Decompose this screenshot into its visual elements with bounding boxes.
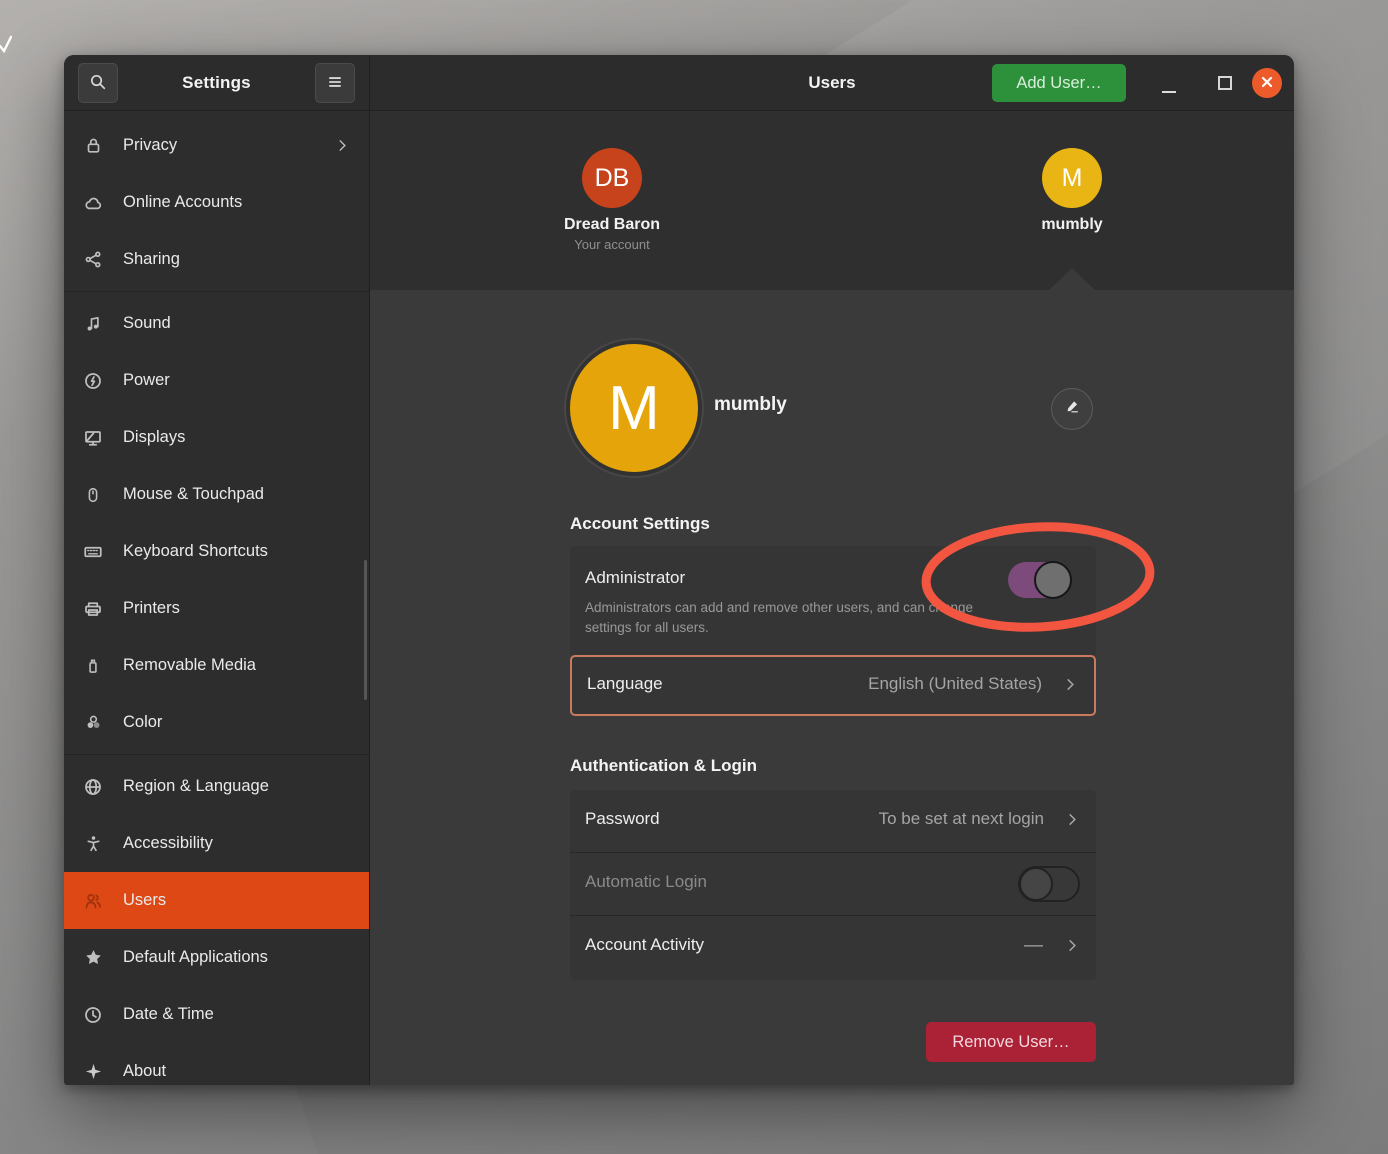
clock-icon xyxy=(80,1002,106,1028)
add-user-button[interactable]: Add User… xyxy=(992,64,1126,102)
chevron-right-icon xyxy=(329,133,355,159)
pencil-icon xyxy=(1064,398,1081,420)
user-name: mumbly xyxy=(992,216,1152,234)
lock-icon xyxy=(80,133,106,159)
display-icon xyxy=(80,425,106,451)
music-note-icon xyxy=(80,311,106,337)
keyboard-icon xyxy=(80,539,106,565)
avatar: M xyxy=(1042,148,1102,208)
star-icon xyxy=(80,945,106,971)
sidebar-divider xyxy=(64,754,369,755)
desktop-artifact-mark xyxy=(0,34,12,56)
usb-drive-icon xyxy=(80,653,106,679)
user-card-mumbly[interactable]: M mumbly xyxy=(992,111,1152,234)
administrator-row: Administrator Administrators can add and… xyxy=(570,546,1096,655)
toggle-knob xyxy=(1034,561,1072,599)
mouse-icon xyxy=(80,482,106,508)
account-activity-row[interactable]: Account Activity — xyxy=(570,916,1096,979)
sidebar-item-accessibility[interactable]: Accessibility xyxy=(64,815,369,872)
language-row[interactable]: Language English (United States) xyxy=(570,655,1096,716)
automatic-login-toggle[interactable] xyxy=(1018,866,1080,902)
hamburger-menu-icon xyxy=(326,73,344,94)
password-label: Password xyxy=(585,809,660,829)
sidebar-item-default-applications[interactable]: Default Applications xyxy=(64,929,369,986)
automatic-login-row: Automatic Login xyxy=(570,853,1096,916)
password-row[interactable]: Password To be set at next login xyxy=(570,790,1096,853)
sidebar-scrollbar[interactable] xyxy=(364,560,367,700)
section-heading-account-settings: Account Settings xyxy=(570,514,710,534)
chevron-right-icon xyxy=(1063,677,1078,697)
main-panel: Users Add User… DB Dread Baron Your acc xyxy=(370,55,1294,1085)
administrator-description: Administrators can add and remove other … xyxy=(585,598,985,638)
avatar[interactable]: M xyxy=(570,344,698,472)
authentication-card: Password To be set at next login Automat… xyxy=(570,790,1096,980)
sidebar-header: Settings xyxy=(64,55,369,111)
power-icon xyxy=(80,368,106,394)
page-title: Users xyxy=(370,55,1294,111)
user-carousel: DB Dread Baron Your account M mumbly xyxy=(370,111,1294,290)
sidebar: Settings Privacy Online Accounts xyxy=(64,55,370,1085)
administrator-label: Administrator xyxy=(585,568,685,588)
printer-icon xyxy=(80,596,106,622)
color-icon xyxy=(80,710,106,736)
sidebar-item-region-language[interactable]: Region & Language xyxy=(64,758,369,815)
chevron-right-icon xyxy=(1065,938,1080,958)
language-label: Language xyxy=(587,674,663,694)
administrator-toggle[interactable] xyxy=(1008,562,1068,598)
user-detail-panel: M mumbly Account Settings Administrator … xyxy=(370,290,1294,1085)
language-value: English (United States) xyxy=(868,674,1042,694)
password-value: To be set at next login xyxy=(879,809,1044,829)
sidebar-item-keyboard-shortcuts[interactable]: Keyboard Shortcuts xyxy=(64,523,369,580)
close-icon xyxy=(1260,75,1274,92)
user-subtitle: Your account xyxy=(532,237,692,252)
chevron-right-icon xyxy=(1065,812,1080,832)
accessibility-icon xyxy=(80,831,106,857)
selected-user-pointer xyxy=(1049,268,1095,290)
sidebar-divider xyxy=(64,291,369,292)
sidebar-item-power[interactable]: Power xyxy=(64,352,369,409)
sidebar-item-date-time[interactable]: Date & Time xyxy=(64,986,369,1043)
sidebar-item-sharing[interactable]: Sharing xyxy=(64,231,369,288)
sidebar-item-printers[interactable]: Printers xyxy=(64,580,369,637)
automatic-login-label: Automatic Login xyxy=(585,872,707,892)
sidebar-item-users[interactable]: Users xyxy=(64,872,369,929)
sparkle-icon xyxy=(80,1059,106,1085)
maximize-button[interactable] xyxy=(1218,76,1232,90)
close-button[interactable] xyxy=(1252,68,1282,98)
hamburger-menu-button[interactable] xyxy=(315,63,355,103)
sidebar-item-online-accounts[interactable]: Online Accounts xyxy=(64,174,369,231)
user-card-dread-baron[interactable]: DB Dread Baron Your account xyxy=(532,111,692,252)
sidebar-item-about[interactable]: About xyxy=(64,1043,369,1085)
toggle-knob xyxy=(1019,867,1053,901)
edit-avatar-button[interactable] xyxy=(1051,388,1093,430)
desktop-background: Settings Privacy Online Accounts xyxy=(0,0,1388,1154)
users-icon xyxy=(80,888,106,914)
share-icon xyxy=(80,247,106,273)
globe-icon xyxy=(80,774,106,800)
sidebar-item-color[interactable]: Color xyxy=(64,694,369,751)
main-header: Users Add User… xyxy=(370,55,1294,111)
sidebar-item-sound[interactable]: Sound xyxy=(64,295,369,352)
account-activity-value: — xyxy=(1024,935,1042,957)
user-name: Dread Baron xyxy=(532,216,692,234)
sidebar-item-removable-media[interactable]: Removable Media xyxy=(64,637,369,694)
avatar: DB xyxy=(582,148,642,208)
section-heading-authentication: Authentication & Login xyxy=(570,756,757,776)
account-activity-label: Account Activity xyxy=(585,935,704,955)
remove-user-button[interactable]: Remove User… xyxy=(926,1022,1096,1062)
sidebar-item-privacy[interactable]: Privacy xyxy=(64,117,369,174)
cloud-icon xyxy=(80,190,106,216)
sidebar-nav: Privacy Online Accounts Sharing Sound xyxy=(64,111,369,1085)
sidebar-item-mouse-touchpad[interactable]: Mouse & Touchpad xyxy=(64,466,369,523)
profile-name: mumbly xyxy=(714,394,787,416)
settings-window: Settings Privacy Online Accounts xyxy=(64,55,1294,1085)
sidebar-item-displays[interactable]: Displays xyxy=(64,409,369,466)
minimize-button[interactable] xyxy=(1157,73,1181,97)
